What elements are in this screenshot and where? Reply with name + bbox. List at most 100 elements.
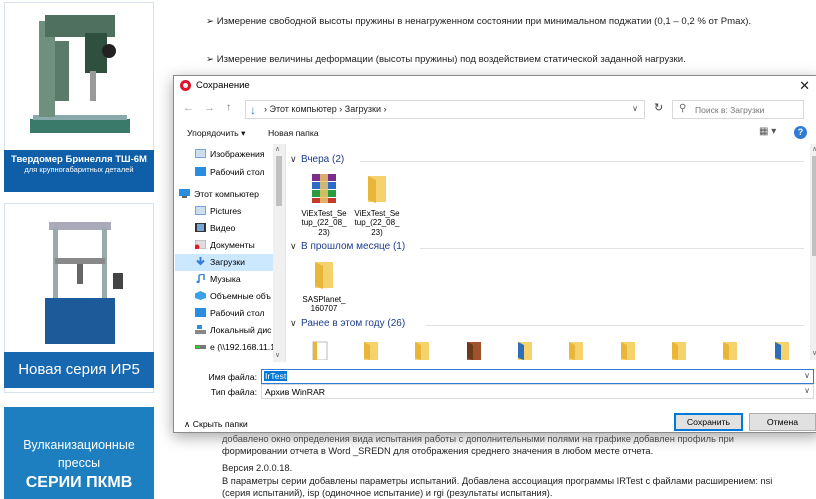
file-icon (312, 341, 328, 360)
scrollbar-thumb[interactable] (276, 156, 282, 206)
up-arrow-icon[interactable]: ↑ (226, 102, 231, 113)
breadcrumb[interactable]: › Этот компьютер › Загрузки › (264, 104, 387, 114)
search-input[interactable]: ⚲ Поиск в: Загрузки (672, 100, 804, 119)
scroll-up-icon[interactable]: ∧ (812, 145, 816, 153)
article-bullet: ➢ Измерение свободной высоты пружины в н… (206, 16, 752, 27)
downloads-icon (196, 257, 205, 266)
file-name-line: tup_(22_08_ (354, 218, 400, 227)
help-icon[interactable]: ? (794, 126, 807, 139)
group-header-earlier-this-year[interactable]: ∨ Ранее в этом году (26) (288, 318, 808, 332)
navigation-pane[interactable]: Изображения Рабочий стол Этот компьютер … (175, 144, 286, 364)
filename-label: Имя файла: (208, 372, 257, 382)
group-divider (426, 325, 804, 326)
folder-icon (621, 342, 635, 360)
address-bar[interactable]: ↓ › Этот компьютер › Загрузки › ∨ (245, 100, 645, 119)
nav-label: Изображения (210, 149, 265, 159)
back-arrow-icon[interactable]: ← (183, 102, 194, 114)
nav-item-images[interactable]: Изображения (175, 146, 279, 163)
forward-arrow-icon[interactable]: → (204, 102, 215, 114)
filename-input[interactable]: IrTest ∨ (261, 369, 814, 384)
network-drive-icon (195, 345, 206, 349)
file-name-line: tup_(22_08_ (301, 218, 347, 227)
nav-label: Рабочий стол (210, 167, 265, 177)
scroll-up-icon[interactable]: ∧ (275, 145, 280, 153)
article-paragraph: В параметры серии добавлены параметры ис… (222, 476, 773, 486)
group-label: Ранее в этом году (26) (301, 318, 406, 329)
chevron-down-icon: ∨ (290, 318, 297, 328)
downloads-arrow-icon: ↓ (250, 103, 256, 117)
video-folder-icon (195, 223, 206, 232)
file-item[interactable]: SASPlanet_ 160707 (298, 258, 350, 314)
nav-label: Документы (210, 240, 255, 250)
nav-item-network-drive[interactable]: e (\\192.168.11.1 (175, 339, 279, 356)
pictures-folder-icon (195, 206, 206, 215)
computer-icon (179, 189, 190, 198)
organize-menu[interactable]: Упорядочить ▾ (187, 128, 245, 139)
chevron-down-icon: ∨ (290, 154, 297, 164)
view-options-icon[interactable]: ▦ ▾ (759, 126, 776, 137)
nav-item-this-pc[interactable]: Этот компьютер (175, 186, 279, 203)
group-label: Вчера (2) (301, 154, 345, 165)
file-name-line: 160707 (310, 304, 338, 313)
article-paragraph: добавлено окно определения вида испытани… (222, 434, 734, 444)
folder-icon (368, 176, 386, 203)
pictures-folder-icon (195, 149, 206, 158)
group-header-last-month[interactable]: ∨ В прошлом месяце (1) (288, 241, 808, 255)
new-folder-button[interactable]: Новая папка (268, 128, 319, 138)
nav-label: Музыка (210, 274, 241, 284)
ad-vulcanization-presses[interactable]: Вулканизационные прессы СЕРИИ ПКМВ (4, 407, 154, 499)
music-icon (196, 274, 205, 283)
search-icon: ⚲ (679, 103, 687, 114)
ad-hardness-tester[interactable]: Твердомер Бринелля ТШ-6М для крупногабар… (4, 2, 154, 192)
filetype-value: Архив WinRAR (265, 387, 326, 397)
nav-item-documents[interactable]: Документы (175, 237, 279, 254)
desktop-folder-icon (195, 167, 206, 176)
nav-item-music[interactable]: Музыка (175, 271, 279, 288)
chevron-down-icon[interactable]: ∨ (804, 371, 810, 380)
version-heading: Версия 2.0.0.18. (222, 463, 293, 473)
group-divider (360, 161, 804, 162)
chevron-down-icon[interactable]: ∨ (804, 386, 810, 395)
chevron-down-icon[interactable]: ∨ (632, 104, 638, 113)
refresh-icon[interactable]: ↻ (654, 101, 663, 114)
file-name-line: 23) (371, 227, 383, 237)
nav-item-downloads[interactable]: Загрузки (175, 254, 279, 271)
address-bar-row: ← → ↑ ↓ › Этот компьютер › Загрузки › ∨ … (174, 96, 816, 122)
nav-label: Этот компьютер (194, 189, 259, 199)
file-item[interactable]: ViExTest_Se tup_(22_08_ 23) (298, 172, 350, 237)
nav-label: Локальный дис (210, 325, 272, 335)
testing-machine-image (45, 222, 123, 344)
article-paragraph: (серия испытаний), isp (одиночное испыта… (222, 488, 553, 498)
nav-item-local-disk[interactable]: Локальный дис (175, 322, 279, 339)
ad-banner: Новая серия ИР5 (4, 352, 154, 388)
file-item[interactable]: ViExTest_Se tup_(22_08_ 23) (351, 172, 403, 237)
filetype-select[interactable]: Архив WinRAR ∨ (261, 384, 814, 399)
winrar-archive-icon (312, 174, 336, 203)
ad-testing-machine[interactable]: Новая серия ИР5 (4, 203, 154, 393)
nav-item-desktop-2[interactable]: Рабочий стол (175, 305, 279, 322)
save-dialog: Сохранение ✕ ← → ↑ ↓ › Этот компьютер › … (173, 75, 816, 433)
nav-item-pictures[interactable]: Pictures (175, 203, 279, 220)
folder-icon (723, 342, 737, 360)
close-button[interactable]: ✕ (799, 78, 810, 94)
scrollbar-thumb[interactable] (812, 156, 816, 256)
folder-icon (569, 342, 583, 360)
ad-subtitle: для крупногабаритных деталей (24, 165, 134, 174)
file-list-scrollbar[interactable]: ∧ ∨ (810, 144, 816, 360)
nav-item-desktop[interactable]: Рабочий стол (175, 164, 279, 181)
nav-scrollbar[interactable]: ∧ ∨ (273, 144, 285, 364)
title-bar[interactable]: Сохранение ✕ (174, 76, 816, 95)
group-header-yesterday[interactable]: ∨ Вчера (2) (288, 154, 808, 168)
drive-icon (195, 325, 206, 334)
ad-line: СЕРИИ ПКМВ (25, 474, 133, 491)
nav-item-video[interactable]: Видео (175, 220, 279, 237)
nav-item-3d-objects[interactable]: Объемные объ (175, 288, 279, 305)
save-button[interactable]: Сохранить (674, 413, 743, 431)
folder-icon (467, 342, 481, 360)
cancel-button[interactable]: Отмена (749, 413, 816, 431)
scroll-down-icon[interactable]: ∨ (812, 349, 816, 357)
scroll-down-icon[interactable]: ∨ (275, 351, 280, 359)
hide-folders-button[interactable]: ∧ Скрыть папки (184, 419, 248, 430)
nav-label: Загрузки (210, 257, 245, 267)
file-list[interactable]: ∨ Вчера (2) ViExTest_Se tup_(22_08_ 23) … (288, 144, 810, 360)
